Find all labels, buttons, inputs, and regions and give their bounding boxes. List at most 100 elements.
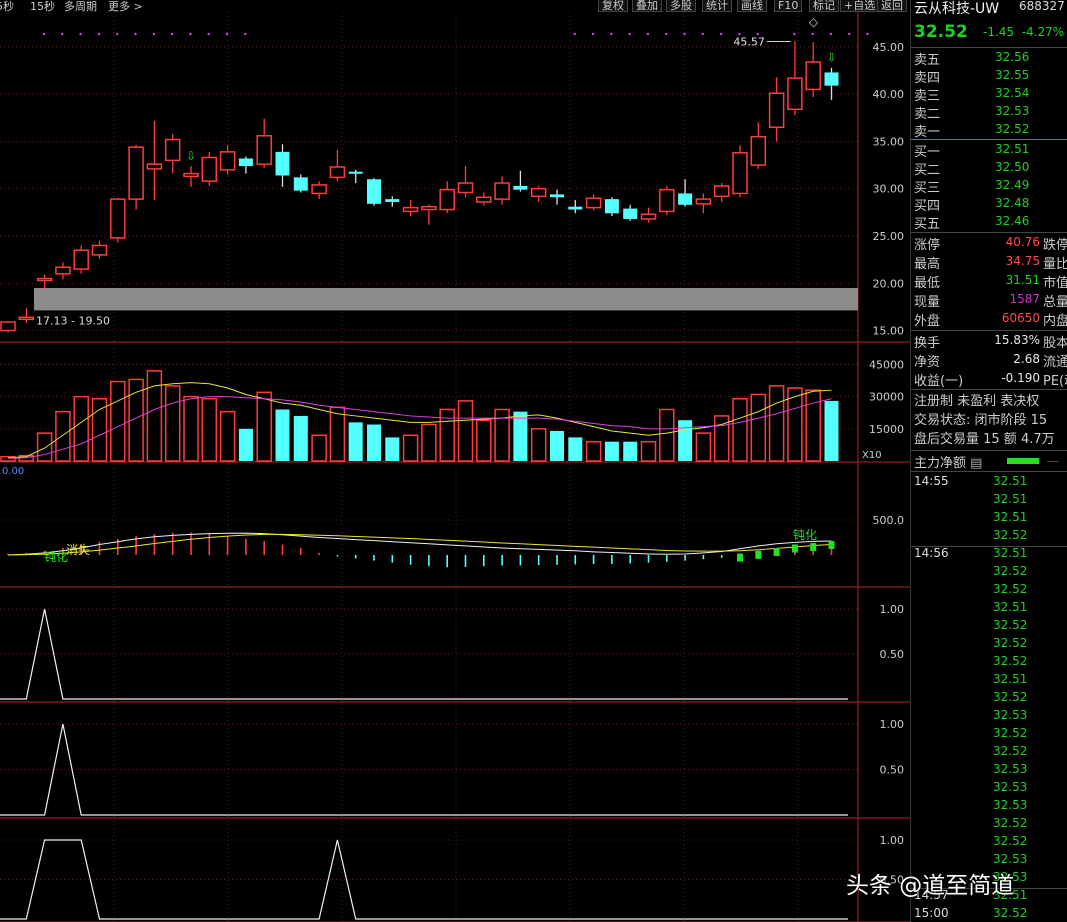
tick-price: 32.52	[993, 690, 1028, 704]
tick-price: 32.51	[993, 492, 1028, 506]
sell-level-label: 卖四	[914, 71, 941, 86]
tick-row: 32.52	[911, 528, 1067, 546]
candle	[183, 166, 199, 187]
volume-bar	[568, 437, 583, 461]
panel-divider	[911, 232, 1067, 233]
marker-dot	[665, 32, 668, 36]
marker-dot	[207, 32, 210, 36]
toolbar-button-1[interactable]: 叠加	[632, 0, 662, 12]
candle	[219, 145, 236, 175]
order-book-buy-row: 买五 32.46	[911, 213, 1067, 232]
tick-price: 32.52	[993, 636, 1028, 650]
list-icon[interactable]: ▤	[966, 456, 982, 471]
volume-bar	[513, 411, 528, 461]
watermark: 头条 @道至简道	[846, 873, 1015, 899]
candle	[623, 204, 638, 221]
main-fund-dash	[1047, 461, 1059, 462]
candle-body	[640, 213, 657, 220]
tick-price: 32.51	[993, 546, 1028, 560]
sell-level-label: 卖五	[914, 53, 941, 68]
volume-bar	[421, 423, 437, 462]
info-line: 交易状态: 闭市阶段 15	[914, 413, 1048, 428]
price-axis-tick: 25.00	[873, 230, 905, 243]
toolbar-button-6[interactable]: 标记	[809, 0, 839, 12]
tick-row: 32.52	[911, 582, 1067, 600]
marker-dot	[866, 32, 869, 36]
tick-row: 32.51	[911, 672, 1067, 690]
toolbar-button-3[interactable]: 统计	[702, 0, 732, 12]
candle-body	[513, 185, 528, 190]
candle	[768, 77, 785, 142]
candle-body	[293, 177, 308, 191]
macd-green-block	[737, 553, 743, 562]
toolbar-button-2[interactable]: 多股	[666, 0, 696, 12]
order-book-buy-row: 买三 32.49	[911, 177, 1067, 196]
order-book-buy-row: 买四 32.48	[911, 195, 1067, 214]
toolbar-button-4[interactable]: 画线	[737, 0, 767, 12]
macd-label-1: 钝化	[44, 550, 68, 564]
candle	[256, 118, 272, 168]
buy-level-label: 买二	[914, 163, 941, 178]
volume-axis-tick: 45000	[869, 358, 904, 371]
stat-row: 最低 31.51 市值	[911, 272, 1067, 291]
price-axis-tick: 45.00	[873, 41, 905, 54]
stat-label-secondary: 流通	[1043, 355, 1067, 370]
candle	[732, 145, 748, 198]
candle-body	[604, 199, 619, 214]
tick-row: 32.52	[911, 654, 1067, 672]
marker-dot	[244, 32, 247, 36]
order-book-sell-row: 卖二 32.53	[911, 103, 1067, 122]
tick-price: 32.52	[993, 906, 1028, 920]
candle-body	[275, 151, 290, 176]
candle-body	[18, 316, 35, 321]
stat-value: 2.68	[1013, 352, 1040, 366]
stat-value: 40.76	[1005, 235, 1040, 249]
chart-area: 45.00 40.00 35.00 30.00 25.00 20.00 15.00 17.13…	[0, 12, 910, 922]
tick-row: 32.52	[911, 726, 1067, 744]
candle-body	[695, 198, 712, 205]
stat-label: 现量	[914, 295, 941, 310]
candle	[329, 149, 346, 182]
toolbar-button-8[interactable]: 返回	[877, 0, 907, 12]
volume-bar	[695, 432, 712, 462]
marker-dot	[152, 32, 155, 36]
marker-dot	[42, 32, 46, 36]
macd-label-3: 钝化	[793, 528, 817, 542]
marker-dot	[610, 32, 613, 36]
candle-body	[713, 185, 730, 198]
buy-level-price: 32.48	[995, 196, 1030, 210]
tick-row: 32.52	[911, 816, 1067, 834]
marker-dot	[646, 32, 650, 36]
volume-bar	[146, 370, 163, 462]
stat-value: 31.51	[1005, 273, 1040, 287]
order-book-sell-row: 卖四 32.55	[911, 67, 1067, 86]
tick-row: 32.52	[911, 636, 1067, 654]
stat-label: 外盘	[914, 314, 941, 329]
signal-3-tick: 1.00	[880, 834, 905, 847]
toolbar-button-7[interactable]: +自选	[840, 0, 880, 12]
volume-bar	[238, 428, 253, 461]
volume-bar	[805, 389, 821, 462]
marker-dot	[701, 32, 704, 36]
toolbar-button-5[interactable]: F10	[774, 0, 803, 12]
candle-body	[128, 146, 144, 200]
volume-bar	[256, 391, 272, 462]
candle-body	[256, 135, 272, 165]
tick-row: 32.53	[911, 708, 1067, 726]
candle-body	[439, 188, 455, 211]
candle	[805, 42, 821, 98]
volume-bar	[293, 415, 308, 461]
candle	[604, 197, 619, 217]
marker-dot	[61, 32, 64, 36]
order-book-midline	[911, 139, 1067, 140]
candle-body	[824, 72, 839, 86]
volume-bar	[678, 420, 693, 461]
candle	[293, 174, 308, 193]
tick-row: 32.53	[911, 798, 1067, 816]
stat-label: 换手	[914, 336, 941, 351]
sell-level-label: 卖一	[914, 125, 941, 140]
stat-value: 34.75	[1005, 254, 1040, 268]
volume-bar	[768, 385, 785, 462]
diamond-icon: ◇	[809, 15, 819, 29]
toolbar-button-0[interactable]: 复权	[598, 0, 628, 12]
